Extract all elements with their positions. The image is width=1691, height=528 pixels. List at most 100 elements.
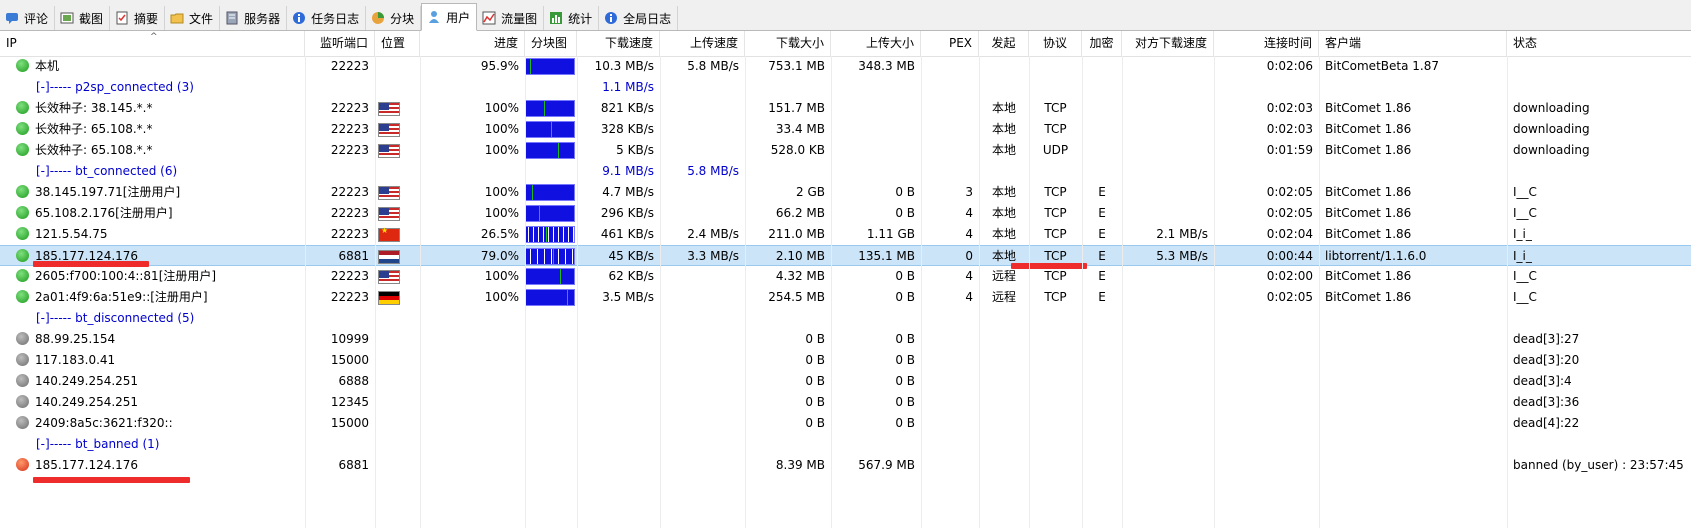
peer-row[interactable]: 185.177.124.176 6881 8.39 MB 567.9 MB banned… — [0, 455, 1691, 476]
pieces-map — [525, 205, 575, 222]
cell-initiator — [979, 392, 1029, 413]
group-row[interactable]: [-]----- bt_connected (6) 9.1 MB/s 5.8 MB/… — [0, 161, 1691, 182]
tab-8[interactable]: 流量图 — [477, 6, 545, 30]
cell-client — [1319, 413, 1507, 434]
group-down-speed: 1.1 MB/s — [602, 80, 654, 94]
cell-downsize: 0 B — [805, 395, 825, 409]
pieces-map — [525, 268, 575, 285]
peer-row[interactable]: 117.183.0.41 15000 0 B 0 B dead[3]:20 — [0, 350, 1691, 371]
col-pieces[interactable]: 分块图 — [525, 31, 577, 56]
col-encrypt[interactable]: 加密 — [1082, 31, 1122, 56]
peer-row[interactable]: 长效种子: 65.108.*.* 22223 100% 328 KB/s 33.4 MB… — [0, 119, 1691, 140]
col-down-speed[interactable]: 下载速度 — [577, 31, 660, 56]
cell-upsize: 135.1 MB — [858, 249, 915, 263]
pieces-map-marker — [546, 227, 547, 242]
peer-row[interactable]: 121.5.54.75 22223 26.5% 461 KB/s 2.4 MB/s 211… — [0, 224, 1691, 245]
col-conn-time[interactable]: 连接时间 — [1214, 31, 1319, 56]
peer-row[interactable]: 长效种子: 65.108.*.* 22223 100% 5 KB/s 528.0 KB 本… — [0, 140, 1691, 161]
cell-protocol — [1029, 350, 1082, 371]
peer-connected-icon — [16, 249, 29, 262]
cell-down: 4.7 MB/s — [602, 185, 654, 199]
tab-7[interactable]: 用户 — [421, 3, 478, 31]
cell-upsize: 567.9 MB — [858, 458, 915, 472]
tab-9[interactable]: 统计 — [544, 6, 600, 30]
col-ip[interactable]: IP ^ — [0, 31, 305, 56]
peer-row[interactable]: 88.99.25.154 10999 0 B 0 B dead[3]:27 — [0, 329, 1691, 350]
cell-peer-down — [1122, 287, 1214, 308]
col-up-speed[interactable]: 上传速度 — [660, 31, 745, 56]
cell-peer-down — [1122, 182, 1214, 203]
group-row[interactable]: [-]----- bt_banned (1) — [0, 434, 1691, 455]
cell-progress: 100% — [484, 185, 519, 199]
tab-3[interactable]: 文件 — [165, 6, 221, 30]
cell-protocol: TCP — [1044, 185, 1067, 199]
tab-label: 摘要 — [134, 11, 159, 26]
cell-ip: 2605:f700:100:4::81[注册用户] — [0, 266, 305, 287]
col-peer-down[interactable]: 对方下载速度 — [1122, 31, 1214, 56]
peer-row[interactable]: 65.108.2.176[注册用户] 22223 100% 296 KB/s 66.2 … — [0, 203, 1691, 224]
col-progress[interactable]: 进度 — [420, 31, 525, 56]
col-location[interactable]: 位置 — [375, 31, 420, 56]
column-gridline — [979, 56, 980, 528]
cell-protocol: TCP — [1044, 269, 1067, 283]
pieces-map-marker — [558, 143, 559, 158]
info-icon — [291, 11, 306, 26]
tab-0[interactable]: 评论 — [0, 6, 56, 30]
tab-1[interactable]: 截图 — [55, 6, 111, 30]
cell-up — [660, 413, 745, 434]
peer-row[interactable]: 140.249.254.251 6888 0 B 0 B dead[3]:4 — [0, 371, 1691, 392]
group-label[interactable]: [-]----- bt_banned (1) — [30, 434, 330, 455]
peer-row[interactable]: 2409:8a5c:3621:f320:: 15000 0 B 0 B dead[4]:… — [0, 413, 1691, 434]
cell-progress: 100% — [484, 206, 519, 220]
col-initiator[interactable]: 发起 — [979, 31, 1029, 56]
flag-us-icon — [378, 123, 400, 137]
col-pex[interactable]: PEX — [921, 31, 979, 56]
tab-5[interactable]: 任务日志 — [287, 6, 367, 30]
cell-peer-down: 2.1 MB/s — [1156, 227, 1208, 241]
cell-downsize: 66.2 MB — [775, 206, 825, 220]
peer-row[interactable]: 140.249.254.251 12345 0 B 0 B dead[3]:36 — [0, 392, 1691, 413]
cell-initiator — [979, 329, 1029, 350]
cell-encrypt — [1082, 329, 1122, 350]
column-gridline — [420, 56, 421, 528]
group-row[interactable]: [-]----- bt_disconnected (5) — [0, 308, 1691, 329]
cell-pex — [921, 350, 979, 371]
col-port[interactable]: 监听端口 — [305, 31, 375, 56]
group-row[interactable]: [-]----- p2sp_connected (3) 1.1 MB/s — [0, 77, 1691, 98]
cell-pex — [921, 455, 979, 476]
col-up-size[interactable]: 上传大小 — [831, 31, 921, 56]
peer-dead-icon — [16, 332, 29, 345]
user-icon — [426, 10, 441, 25]
cell-conn-time: 0:01:59 — [1266, 143, 1313, 157]
col-protocol[interactable]: 协议 — [1029, 31, 1082, 56]
col-status[interactable]: 状态 — [1507, 31, 1691, 56]
col-down-size[interactable]: 下载大小 — [745, 31, 831, 56]
tab-10[interactable]: 全局日志 — [599, 6, 679, 30]
tab-4[interactable]: 服务器 — [220, 6, 288, 30]
peer-row[interactable]: 2a01:4f9:6a:51e9::[注册用户] 22223 100% 3.5 MB/… — [0, 287, 1691, 308]
peer-row[interactable]: 2605:f700:100:4::81[注册用户] 22223 100% 62 KB/… — [0, 266, 1691, 287]
tab-6[interactable]: 分块 — [366, 6, 422, 30]
peer-row[interactable]: 185.177.124.176 6881 79.0% 45 KB/s 3.3 MB/s 2… — [0, 245, 1691, 266]
cell-status: downloading — [1513, 143, 1590, 157]
cell-ip: 65.108.2.176[注册用户] — [0, 203, 305, 224]
cell-port: 6888 — [338, 374, 369, 388]
cell-progress: 100% — [484, 122, 519, 136]
peer-connected-icon — [16, 122, 29, 135]
peer-row[interactable]: 38.145.197.71[注册用户] 22223 100% 4.7 MB/s 2 GB… — [0, 182, 1691, 203]
peer-row[interactable]: 本机 22223 95.9% 10.3 MB/s 5.8 MB/s 753.1 MB 348… — [0, 56, 1691, 77]
group-label[interactable]: [-]----- p2sp_connected (3) — [30, 77, 330, 98]
cell-progress: 26.5% — [480, 227, 519, 241]
cell-down: 5 KB/s — [616, 143, 654, 157]
peer-row[interactable]: 长效种子: 38.145.*.* 22223 100% 821 KB/s 151.7 M… — [0, 98, 1691, 119]
cell-pex — [921, 98, 979, 119]
group-label[interactable]: [-]----- bt_disconnected (5) — [30, 308, 330, 329]
col-client[interactable]: 客户端 — [1319, 31, 1507, 56]
group-label[interactable]: [-]----- bt_connected (6) — [30, 161, 330, 182]
cell-pex: 4 — [965, 269, 973, 283]
cell-status: I__C — [1513, 206, 1537, 220]
cell-upsize: 0 B — [895, 185, 915, 199]
cell-encrypt — [1082, 350, 1122, 371]
peer-connected-icon — [16, 59, 29, 72]
cell-downsize: 0 B — [805, 374, 825, 388]
